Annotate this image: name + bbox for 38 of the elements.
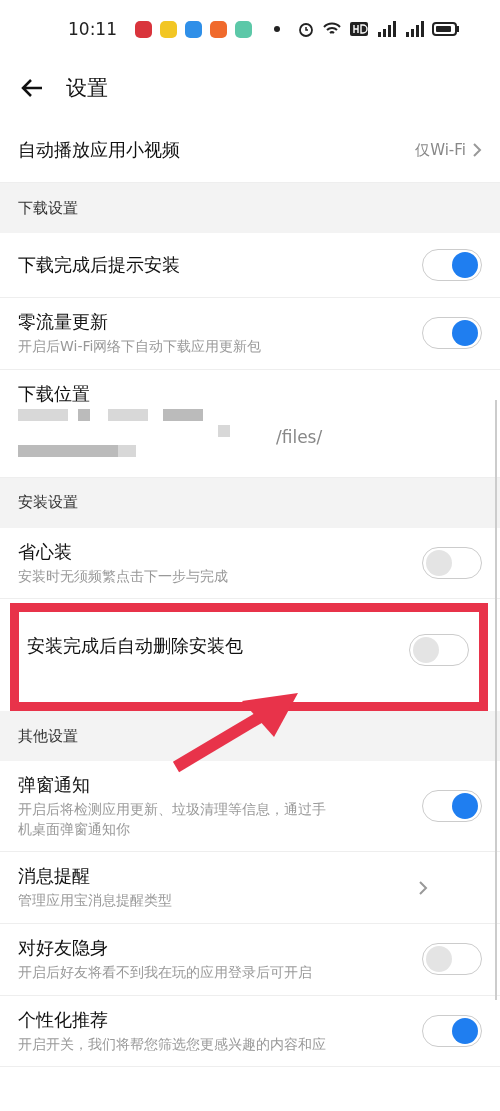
setting-title: 个性化推荐: [18, 1007, 109, 1032]
wifi-icon: [322, 21, 342, 37]
setting-description: 开启后好友将看不到我在玩的应用登录后可开启: [18, 962, 313, 982]
highlighted-settings-row[interactable]: 安装完成后自动删除安装包: [10, 603, 488, 712]
setting-title: 省心装: [18, 539, 73, 564]
setting-description: 安装时无须频繁点击下一步与完成: [18, 566, 229, 586]
chevron-right-icon: [472, 142, 482, 158]
setting-description: 开启后Wi-Fi网络下自动下载应用更新包: [18, 337, 263, 356]
settings-row[interactable]: 零流量更新 开启后Wi-Fi网络下自动下载应用更新包: [0, 298, 500, 370]
setting-title: 零流量更新: [18, 310, 109, 334]
battery-icon: [432, 22, 460, 36]
path-text: /files/: [276, 426, 323, 447]
setting-title: 安装完成后自动删除安装包: [27, 634, 244, 659]
section-header: 下载设置: [0, 183, 500, 233]
chevron-right-icon: [418, 879, 428, 896]
settings-row[interactable]: 下载完成后提示安装: [0, 233, 500, 298]
section-header: 其他设置: [0, 711, 500, 762]
setting-value: 仅Wi-Fi: [415, 140, 466, 160]
setting-title: 自动播放应用小视频: [18, 138, 181, 162]
setting-title: 消息提醒: [18, 864, 91, 889]
section-header: 安装设置: [0, 477, 500, 528]
setting-title: 对好友隐身: [18, 935, 109, 960]
setting-description: 开启后将检测应用更新、垃圾清理等信息，通过手机桌面弹窗通知你: [18, 800, 327, 839]
page-title: 设置: [66, 75, 108, 102]
setting-title: 下载完成后提示安装: [18, 253, 181, 277]
signal-icon: [376, 21, 396, 37]
back-arrow-icon[interactable]: [20, 78, 44, 98]
more-dot-icon: [274, 26, 280, 32]
status-time: 10:11: [68, 19, 117, 39]
settings-row[interactable]: 个性化推荐 开启开关，我们将帮您筛选您更感兴趣的内容和应: [0, 995, 500, 1068]
settings-row[interactable]: 下载位置 /files/: [0, 369, 500, 478]
setting-title: 下载位置: [18, 381, 91, 406]
signal-icon: [404, 21, 424, 37]
hd-icon: [350, 22, 368, 36]
alarm-icon: [298, 21, 314, 37]
setting-description: 开启开关，我们将帮您筛选您更感兴趣的内容和应: [18, 1034, 327, 1054]
setting-description: 管理应用宝消息提醒类型: [18, 891, 173, 911]
setting-title: 弹窗通知: [18, 773, 91, 798]
